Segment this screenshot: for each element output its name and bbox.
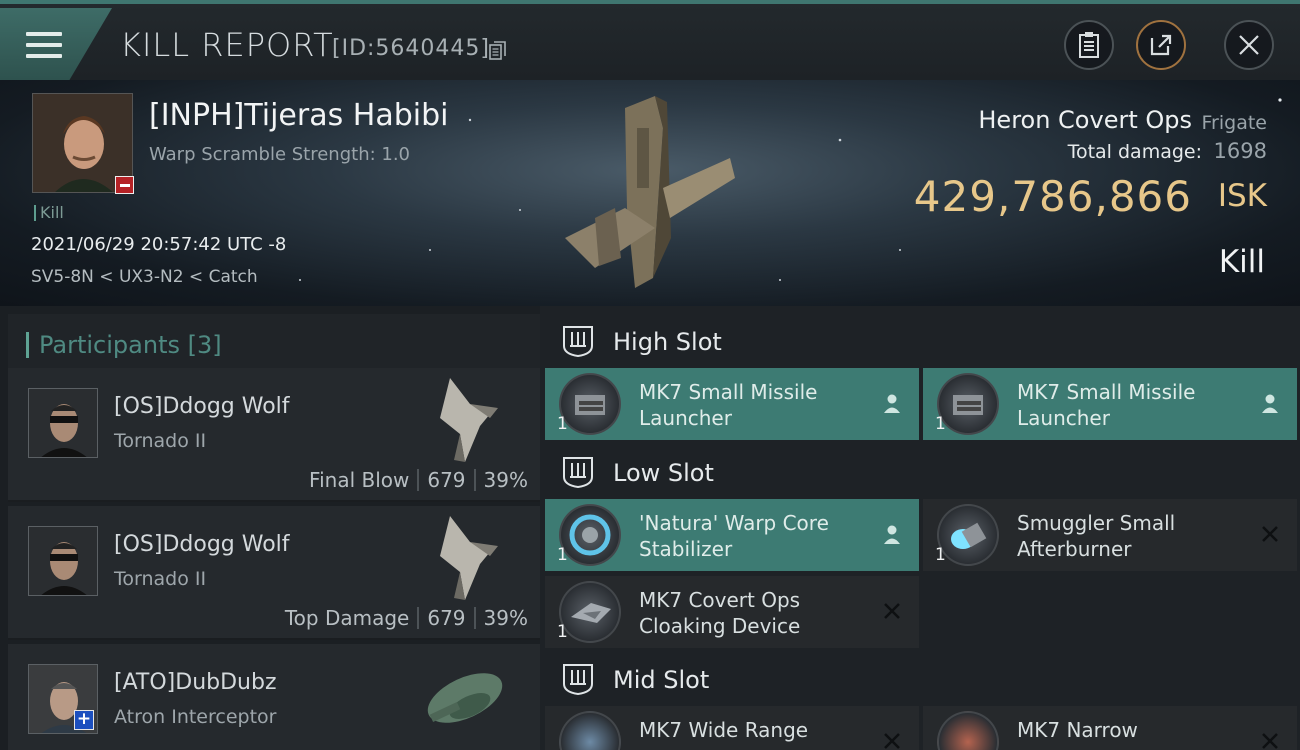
participant-avatar[interactable] xyxy=(28,526,98,596)
mid-slot-header: Mid Slot xyxy=(545,648,1300,710)
close-icon xyxy=(1239,35,1259,55)
page-title: KILL REPORT xyxy=(120,26,334,64)
participants-label: Participants xyxy=(39,331,180,359)
participants-count: [3] xyxy=(187,331,222,359)
participant-percent: 39% xyxy=(483,606,528,630)
participant-ship[interactable]: Tornado II xyxy=(114,568,206,590)
participant-ship[interactable]: Atron Interceptor xyxy=(114,706,276,728)
module-name: MK7 Wide Range xyxy=(639,718,809,742)
victim-panel: [INPH]Tijeras Habibi Warp Scramble Stren… xyxy=(0,80,1300,306)
victim-ship-name[interactable]: Heron Covert Ops xyxy=(978,106,1192,134)
report-id: [ID:5640445] xyxy=(332,36,490,61)
victim-ship-image[interactable] xyxy=(555,88,745,298)
kill-location-route[interactable]: SV5-8N < UX3-N2 < Catch xyxy=(31,267,258,287)
module-name: Smuggler Small Afterburner xyxy=(1017,511,1176,561)
module-name: MK7 Covert Ops Cloaking Device xyxy=(639,588,801,638)
participant-role: Final Blow xyxy=(309,468,410,492)
fitting-panel: High Slot 1 MK7 Small Missile Launcher 1… xyxy=(540,306,1300,750)
module-card[interactable]: 1 Smuggler Small Afterburner xyxy=(923,499,1297,571)
module-card[interactable]: MK7 Narrow xyxy=(923,706,1297,750)
module-card[interactable]: 1 MK7 Small Missile Launcher xyxy=(545,368,919,440)
participant-role: Top Damage xyxy=(284,606,410,630)
afterburner-icon xyxy=(937,504,999,566)
module-card[interactable]: 1 MK7 Small Missile Launcher xyxy=(923,368,1297,440)
cloaking-device-icon xyxy=(559,581,621,643)
missile-launcher-icon xyxy=(559,373,621,435)
kill-result-label: Kill xyxy=(1218,244,1265,280)
hamburger-icon xyxy=(26,32,62,58)
clipboard-button[interactable] xyxy=(1064,20,1114,70)
destroyed-x-icon xyxy=(884,733,900,749)
atron-ship-icon[interactable] xyxy=(410,658,520,750)
victim-name[interactable]: [INPH]Tijeras Habibi xyxy=(149,98,448,133)
plus-badge-icon: + xyxy=(74,710,94,730)
loss-badge xyxy=(115,176,134,194)
module-card[interactable]: 1 'Natura' Warp Core Stabilizer xyxy=(545,499,919,571)
destroyed-x-icon xyxy=(1262,526,1278,542)
share-icon xyxy=(1150,34,1172,56)
module-name: 'Natura' Warp Core Stabilizer xyxy=(639,511,829,561)
kill-datetime: 2021/06/29 20:57:42 UTC -8 xyxy=(31,234,287,255)
participant-percent: 39% xyxy=(483,468,528,492)
module-name: MK7 Small Missile Launcher xyxy=(639,380,818,430)
dropped-person-icon xyxy=(884,394,900,413)
mid-slot-icon xyxy=(563,664,593,696)
warp-scramble-strength: Warp Scramble Strength: 1.0 xyxy=(149,144,411,165)
high-slot-icon xyxy=(563,326,593,358)
isk-value: 429,786,866 xyxy=(913,172,1192,221)
destroyed-x-icon xyxy=(1262,733,1278,749)
module-quantity: 1 xyxy=(935,545,946,565)
total-damage-label: Total damage: xyxy=(1067,141,1202,163)
module-quantity: 1 xyxy=(557,414,568,434)
close-button[interactable] xyxy=(1224,20,1274,70)
participant-avatar[interactable] xyxy=(28,388,98,458)
low-slot-title: Low Slot xyxy=(613,459,714,487)
victim-ship-class: Frigate xyxy=(1201,112,1267,134)
high-slot-title: High Slot xyxy=(613,328,722,356)
clipboard-icon xyxy=(1079,32,1099,58)
dropped-person-icon xyxy=(884,525,900,544)
high-slot-header: High Slot xyxy=(545,310,1300,372)
participant-stats: Top Damage 679 39% xyxy=(285,606,528,630)
module-card[interactable]: 1 MK7 Covert Ops Cloaking Device xyxy=(545,576,919,648)
module-quantity: 1 xyxy=(557,622,568,642)
participant-damage: 679 xyxy=(427,468,466,492)
participant-name[interactable]: [ATO]DubDubz xyxy=(114,670,277,695)
menu-button[interactable] xyxy=(0,8,112,80)
module-name: MK7 Narrow xyxy=(1017,718,1138,742)
dropped-person-icon xyxy=(1262,394,1278,413)
participant-row[interactable]: [OS]Ddogg Wolf Tornado II Final Blow 679 3… xyxy=(8,368,540,502)
participants-title: Participants [3] xyxy=(26,332,222,358)
total-damage-value: 1698 xyxy=(1213,139,1267,163)
participant-row[interactable]: + [ATO]DubDubz Atron Interceptor xyxy=(8,644,540,750)
participant-name[interactable]: [OS]Ddogg Wolf xyxy=(114,532,290,557)
participant-row[interactable]: [OS]Ddogg Wolf Tornado II Top Damage 679 3… xyxy=(8,506,540,640)
participant-damage: 679 xyxy=(427,606,466,630)
header-bar: KILL REPORT [ID:5640445] xyxy=(0,0,1300,80)
low-slot-icon xyxy=(563,457,593,489)
low-slot-header: Low Slot xyxy=(545,441,1300,503)
participants-panel: Participants [3] [OS]Ddogg Wolf Tornado … xyxy=(0,306,540,750)
tornado-ship-icon[interactable] xyxy=(410,374,520,466)
share-button[interactable] xyxy=(1136,20,1186,70)
module-name: MK7 Small Missile Launcher xyxy=(1017,380,1196,430)
kill-tag: Kill xyxy=(34,205,64,221)
module-quantity: 1 xyxy=(557,545,568,565)
participant-name[interactable]: [OS]Ddogg Wolf xyxy=(114,394,290,419)
tornado-ship-icon[interactable] xyxy=(410,512,520,604)
destroyed-x-icon xyxy=(884,603,900,619)
participants-header: Participants [3] xyxy=(8,314,540,372)
isk-unit: ISK xyxy=(1217,178,1267,214)
participant-ship[interactable]: Tornado II xyxy=(114,430,206,452)
module-quantity: 1 xyxy=(935,414,946,434)
participant-stats: Final Blow 679 39% xyxy=(309,468,528,492)
warp-core-stabilizer-icon xyxy=(559,504,621,566)
module-card[interactable]: MK7 Wide Range xyxy=(545,706,919,750)
mid-slot-title: Mid Slot xyxy=(613,666,710,694)
scrambler-icon xyxy=(937,711,999,750)
copy-icon[interactable] xyxy=(489,41,507,61)
missile-launcher-icon xyxy=(937,373,999,435)
target-painter-icon xyxy=(559,711,621,750)
